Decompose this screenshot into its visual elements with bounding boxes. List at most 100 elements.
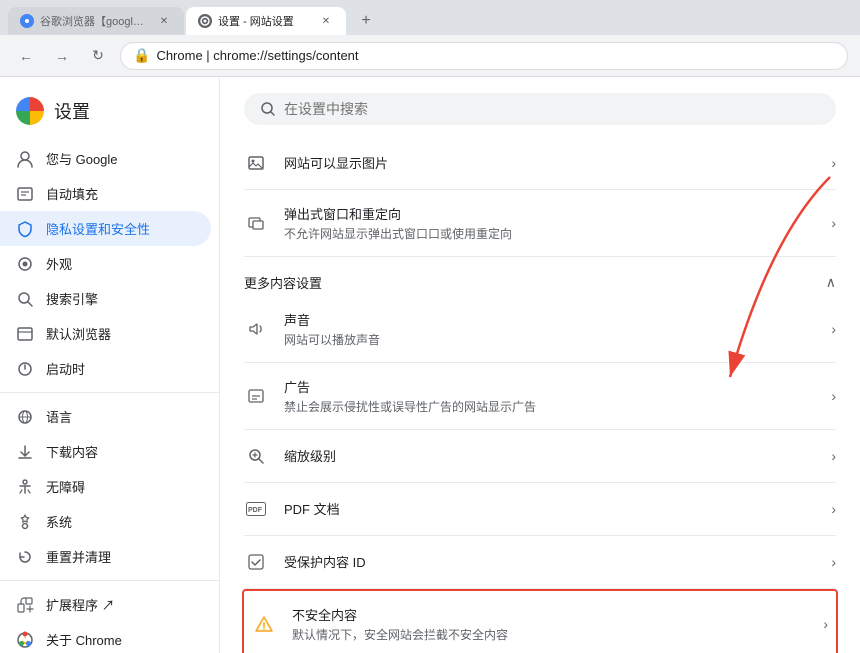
browser-chrome: 谷歌浏览器【google chrome】 ✕ 设置 - 网站设置 ✕ + xyxy=(0,0,860,35)
svg-text:PDF: PDF xyxy=(248,507,263,514)
pdf-icon: PDF xyxy=(244,497,268,521)
tab1-close-button[interactable]: ✕ xyxy=(156,13,172,29)
sidebar-item-autofill[interactable]: 自动填充 xyxy=(0,176,211,211)
sidebar-divider-1 xyxy=(0,392,219,393)
search-bar[interactable] xyxy=(244,93,836,125)
sidebar-label-search: 搜索引擎 xyxy=(46,289,98,308)
sound-icon xyxy=(244,317,268,341)
section-item-pdf[interactable]: PDF PDF 文档 › xyxy=(244,483,836,536)
sidebar-label-privacy: 隐私设置和安全性 xyxy=(46,219,150,238)
url-bar[interactable]: 🔒 Chrome | chrome://settings/content xyxy=(120,42,848,70)
sidebar-item-system[interactable]: 系统 xyxy=(0,504,211,539)
sidebar-item-startup[interactable]: 启动时 xyxy=(0,351,211,386)
tab2-favicon xyxy=(198,14,212,28)
popup-subtitle: 不允许网站显示弹出式窗口口或使用重定向 xyxy=(284,225,815,242)
refresh-button[interactable]: ↻ xyxy=(84,42,112,70)
more-settings-header: 更多内容设置 ∧ xyxy=(244,257,836,296)
sidebar-item-appearance[interactable]: 外观 xyxy=(0,246,211,281)
section-item-images[interactable]: 网站可以显示图片 › xyxy=(244,137,836,190)
sidebar-header: 设置 xyxy=(0,85,219,141)
tab2-close-button[interactable]: ✕ xyxy=(318,13,334,29)
protected-title: 受保护内容 ID xyxy=(284,552,815,571)
insecure-icon xyxy=(252,612,276,636)
insecure-title: 不安全内容 xyxy=(292,605,807,624)
ads-arrow: › xyxy=(831,388,836,404)
startup-icon xyxy=(16,360,34,378)
section-item-insecure[interactable]: 不安全内容 默认情况下，安全网站会拦截不安全内容 › xyxy=(242,589,838,653)
sidebar-item-google[interactable]: 您与 Google xyxy=(0,141,211,176)
reset-icon xyxy=(16,548,34,566)
sidebar-item-search[interactable]: 搜索引擎 xyxy=(0,281,211,316)
address-bar: ← → ↻ 🔒 Chrome | chrome://settings/conte… xyxy=(0,35,860,77)
images-text: 网站可以显示图片 xyxy=(284,153,815,174)
popup-icon xyxy=(244,211,268,235)
sound-text: 声音 网站可以播放声音 xyxy=(284,310,815,348)
autofill-icon xyxy=(16,185,34,203)
insecure-text: 不安全内容 默认情况下，安全网站会拦截不安全内容 xyxy=(292,605,807,643)
sound-subtitle: 网站可以播放声音 xyxy=(284,331,815,348)
sidebar-label-startup: 启动时 xyxy=(46,359,85,378)
sound-title: 声音 xyxy=(284,310,815,329)
images-icon xyxy=(244,151,268,175)
protected-text: 受保护内容 ID xyxy=(284,552,815,573)
sidebar-label-google: 您与 Google xyxy=(46,149,118,168)
chrome-logo xyxy=(16,97,44,125)
forward-button[interactable]: → xyxy=(48,42,76,70)
section-item-zoom[interactable]: 缩放级别 › xyxy=(244,430,836,483)
sidebar-item-privacy[interactable]: 隐私设置和安全性 xyxy=(0,211,211,246)
sidebar-item-accessibility[interactable]: 无障碍 xyxy=(0,469,211,504)
search-input[interactable] xyxy=(284,101,820,117)
sidebar: 设置 您与 Google 自动填充 隐私设置和安全性 外观 xyxy=(0,77,220,653)
downloads-icon xyxy=(16,443,34,461)
search-icon xyxy=(260,101,276,117)
app-layout: 设置 您与 Google 自动填充 隐私设置和安全性 外观 xyxy=(0,77,860,653)
section-item-ads[interactable]: 广告 禁止会展示侵扰性或误导性广告的网站显示广告 › xyxy=(244,363,836,430)
sidebar-item-downloads[interactable]: 下载内容 xyxy=(0,434,211,469)
tab-google-chrome[interactable]: 谷歌浏览器【google chrome】 ✕ xyxy=(8,7,184,35)
sidebar-label-system: 系统 xyxy=(46,512,72,531)
popup-text: 弹出式窗口和重定向 不允许网站显示弹出式窗口口或使用重定向 xyxy=(284,204,815,242)
insecure-subtitle: 默认情况下，安全网站会拦截不安全内容 xyxy=(292,626,807,643)
search-engine-icon xyxy=(16,290,34,308)
pdf-arrow: › xyxy=(831,501,836,517)
more-settings-title: 更多内容设置 xyxy=(244,273,322,292)
ads-icon xyxy=(244,384,268,408)
back-button[interactable]: ← xyxy=(12,42,40,70)
popup-title: 弹出式窗口和重定向 xyxy=(284,204,815,223)
url-text: Chrome | chrome://settings/content xyxy=(156,48,358,63)
extensions-icon xyxy=(16,596,34,614)
system-icon xyxy=(16,513,34,531)
ads-title: 广告 xyxy=(284,377,815,396)
section-item-popup[interactable]: 弹出式窗口和重定向 不允许网站显示弹出式窗口口或使用重定向 › xyxy=(244,190,836,257)
new-tab-button[interactable]: + xyxy=(352,7,380,35)
sidebar-label-autofill: 自动填充 xyxy=(46,184,98,203)
secure-icon: 🔒 xyxy=(133,47,150,64)
sound-arrow: › xyxy=(831,321,836,337)
sidebar-item-language[interactable]: 语言 xyxy=(0,399,211,434)
pdf-text: PDF 文档 xyxy=(284,499,815,520)
protected-arrow: › xyxy=(831,554,836,570)
language-icon xyxy=(16,408,34,426)
main-content: 网站可以显示图片 › 弹出式窗口和重定向 不允许网站显示弹出式窗口口或使用重定向… xyxy=(220,77,860,653)
sidebar-item-browser[interactable]: 默认浏览器 xyxy=(0,316,211,351)
sidebar-item-reset[interactable]: 重置并清理 xyxy=(0,539,211,574)
images-title: 网站可以显示图片 xyxy=(284,153,815,172)
privacy-icon xyxy=(16,220,34,238)
sidebar-label-reset: 重置并清理 xyxy=(46,547,111,566)
ads-text: 广告 禁止会展示侵扰性或误导性广告的网站显示广告 xyxy=(284,377,815,415)
collapse-icon[interactable]: ∧ xyxy=(826,274,836,291)
sidebar-item-about[interactable]: 关于 Chrome xyxy=(0,622,211,653)
section-item-sound[interactable]: 声音 网站可以播放声音 › xyxy=(244,296,836,363)
sidebar-item-extensions[interactable]: 扩展程序 ↗ xyxy=(0,587,211,622)
pdf-title: PDF 文档 xyxy=(284,499,815,518)
tab1-title: 谷歌浏览器【google chrome】 xyxy=(40,13,150,29)
sidebar-divider-2 xyxy=(0,580,219,581)
sidebar-title: 设置 xyxy=(54,98,90,124)
tab-settings[interactable]: 设置 - 网站设置 ✕ xyxy=(186,7,346,35)
sidebar-label-extensions: 扩展程序 ↗ xyxy=(46,595,115,614)
images-arrow: › xyxy=(831,155,836,171)
protected-icon xyxy=(244,550,268,574)
ads-subtitle: 禁止会展示侵扰性或误导性广告的网站显示广告 xyxy=(284,398,815,415)
zoom-text: 缩放级别 xyxy=(284,446,815,467)
section-item-protected[interactable]: 受保护内容 ID › xyxy=(244,536,836,589)
